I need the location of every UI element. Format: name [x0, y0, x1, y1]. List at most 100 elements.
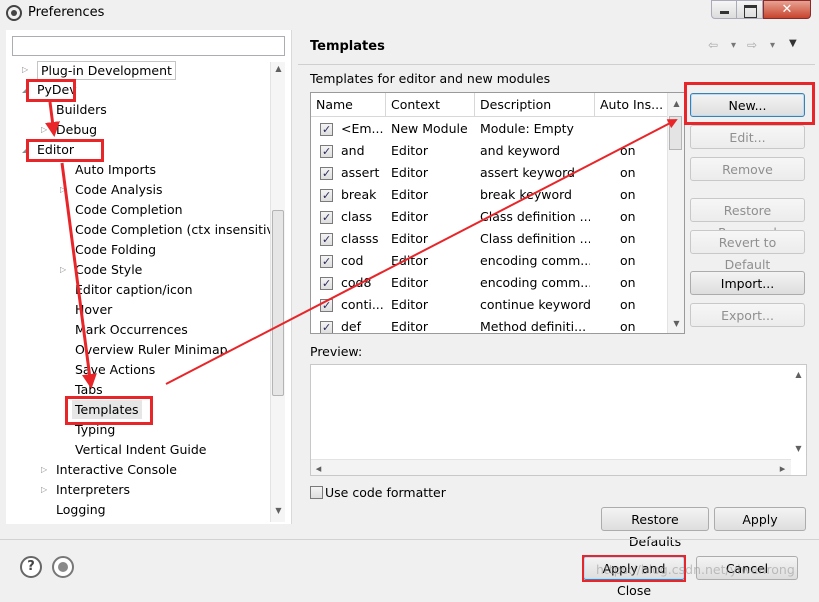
table-scroll-thumb[interactable]: [669, 116, 682, 150]
enabled-checkbox[interactable]: [320, 185, 333, 207]
restore-removed-button[interactable]: Restore Removed: [690, 198, 805, 240]
table-row[interactable]: cod8 Editor encoding comm... on: [311, 272, 668, 295]
filter-input[interactable]: [12, 36, 285, 56]
table-row[interactable]: def Editor Method definiti... on: [311, 316, 668, 334]
back-menu-icon[interactable]: ▾: [731, 40, 736, 51]
tree-item[interactable]: ▷ Interpreters: [8, 480, 270, 499]
minimize-button[interactable]: [711, 0, 737, 19]
tree-item[interactable]: Code Completion (ctx insensitive: [8, 220, 270, 239]
tree-item[interactable]: ▷ Code Analysis: [8, 180, 270, 199]
tree-expand-icon[interactable]: [60, 280, 68, 299]
column-header-name[interactable]: Name: [311, 93, 386, 117]
tree-item[interactable]: Vertical Indent Guide: [8, 440, 270, 459]
enabled-checkbox[interactable]: [320, 141, 333, 163]
remove-button[interactable]: Remove: [690, 157, 805, 181]
column-header-auto-insert[interactable]: Auto Ins...: [595, 93, 668, 117]
tree-item-label: Code Analysis: [75, 182, 163, 197]
tree-item[interactable]: Code Completion: [8, 200, 270, 219]
page-subtitle: Templates for editor and new modules: [310, 71, 551, 86]
tree-expand-icon[interactable]: ▷: [41, 460, 49, 479]
enabled-checkbox[interactable]: [320, 317, 333, 333]
tree-item[interactable]: Code Folding: [8, 240, 270, 259]
table-row[interactable]: class Editor Class definition ... on: [311, 206, 668, 229]
table-row[interactable]: <Em... New Module Module: Empty: [311, 118, 668, 141]
tree-expand-icon[interactable]: ▷: [41, 120, 49, 139]
edit-button[interactable]: Edit...: [690, 125, 805, 149]
tree-expand-icon[interactable]: [60, 440, 68, 459]
tree-expand-icon[interactable]: ▷: [41, 480, 49, 499]
back-arrow-icon[interactable]: ⇦: [708, 38, 718, 52]
help-icon[interactable]: ?: [20, 556, 42, 578]
cell-name: and: [341, 143, 365, 158]
enabled-checkbox[interactable]: [320, 207, 333, 229]
scroll-up-arrow[interactable]: ▲: [271, 64, 286, 73]
enabled-checkbox[interactable]: [320, 273, 333, 295]
tree-item[interactable]: ▷ Debug: [8, 120, 270, 139]
tree-item[interactable]: Mark Occurrences: [8, 320, 270, 339]
table-row[interactable]: and Editor and keyword on: [311, 140, 668, 163]
enabled-checkbox[interactable]: [320, 295, 333, 317]
tree-expand-icon[interactable]: ▷: [22, 60, 30, 79]
tree-item[interactable]: ▷ Interactive Console: [8, 460, 270, 479]
scroll-down-arrow[interactable]: ▼: [271, 506, 286, 515]
tree-expand-icon[interactable]: [60, 160, 68, 179]
preview-scroll-left-arrow[interactable]: ◂: [311, 462, 326, 475]
enabled-checkbox[interactable]: [320, 251, 333, 273]
table-row[interactable]: assert Editor assert keyword on: [311, 162, 668, 185]
table-row[interactable]: break Editor break keyword on: [311, 184, 668, 207]
tree-item[interactable]: ▷ Code Style: [8, 260, 270, 279]
preview-horizontal-scrollbar[interactable]: ◂ ▸: [311, 459, 791, 475]
cell-name: <Em...: [341, 121, 383, 136]
export-button[interactable]: Export...: [690, 303, 805, 327]
tree-item[interactable]: Hover: [8, 300, 270, 319]
tree-expand-icon[interactable]: [60, 200, 68, 219]
tree-expand-icon[interactable]: [41, 500, 49, 519]
tree-expand-icon[interactable]: ▷: [60, 180, 68, 199]
tree-item[interactable]: ▷ Plug-in Development: [8, 60, 270, 80]
enabled-checkbox[interactable]: [320, 119, 333, 141]
table-row[interactable]: classs Editor Class definition ... on: [311, 228, 668, 251]
preview-scroll-right-arrow[interactable]: ▸: [775, 462, 790, 475]
maximize-button[interactable]: [737, 0, 763, 19]
tree-expand-icon[interactable]: [60, 220, 68, 239]
table-row[interactable]: cod Editor encoding comm... on: [311, 250, 668, 273]
forward-arrow-icon[interactable]: ⇨: [747, 38, 757, 52]
tree-scroll-thumb[interactable]: [272, 210, 284, 396]
preview-scroll-down-arrow[interactable]: ▼: [791, 444, 806, 453]
tree-item[interactable]: Overview Ruler Minimap: [8, 340, 270, 359]
revert-to-default-button[interactable]: Revert to Default: [690, 230, 805, 272]
tree-item[interactable]: Save Actions: [8, 360, 270, 379]
tree-item[interactable]: Builders: [8, 100, 270, 119]
table-row[interactable]: conti... Editor continue keyword on: [311, 294, 668, 317]
tree-expand-icon[interactable]: [60, 240, 68, 259]
tree-item[interactable]: Editor caption/icon: [8, 280, 270, 299]
enabled-checkbox[interactable]: [320, 229, 333, 251]
view-menu-icon[interactable]: ▼: [789, 38, 797, 49]
annotation-box-templates: [65, 396, 153, 425]
bottom-divider: [0, 539, 819, 540]
table-scroll-down-arrow[interactable]: ▼: [669, 319, 684, 328]
tree-expand-icon[interactable]: [60, 300, 68, 319]
column-header-description[interactable]: Description: [475, 93, 595, 117]
record-macro-icon[interactable]: [52, 556, 74, 578]
table-scroll-up-arrow[interactable]: ▲: [669, 99, 684, 108]
annotation-box-pydev: [26, 79, 76, 102]
tree-expand-icon[interactable]: [60, 340, 68, 359]
forward-menu-icon[interactable]: ▾: [770, 40, 775, 51]
tree-item[interactable]: Logging: [8, 500, 270, 519]
cell-name: def: [341, 319, 362, 334]
tree-expand-icon[interactable]: [60, 360, 68, 379]
tree-expand-icon[interactable]: ▷: [60, 260, 68, 279]
apply-button[interactable]: Apply: [714, 507, 806, 531]
tree-expand-icon[interactable]: [60, 320, 68, 339]
tree-item[interactable]: Auto Imports: [8, 160, 270, 179]
close-button[interactable]: ✕: [763, 0, 811, 19]
use-code-formatter-checkbox[interactable]: [310, 486, 323, 499]
enabled-checkbox[interactable]: [320, 163, 333, 185]
tree-expand-icon[interactable]: [41, 100, 49, 119]
restore-defaults-button[interactable]: Restore Defaults: [601, 507, 709, 549]
preview-scroll-up-arrow[interactable]: ▲: [791, 370, 806, 379]
import-button[interactable]: Import...: [690, 271, 805, 295]
column-header-context[interactable]: Context: [386, 93, 475, 117]
templates-table[interactable]: Name Context Description Auto Ins... <Em…: [310, 92, 685, 334]
